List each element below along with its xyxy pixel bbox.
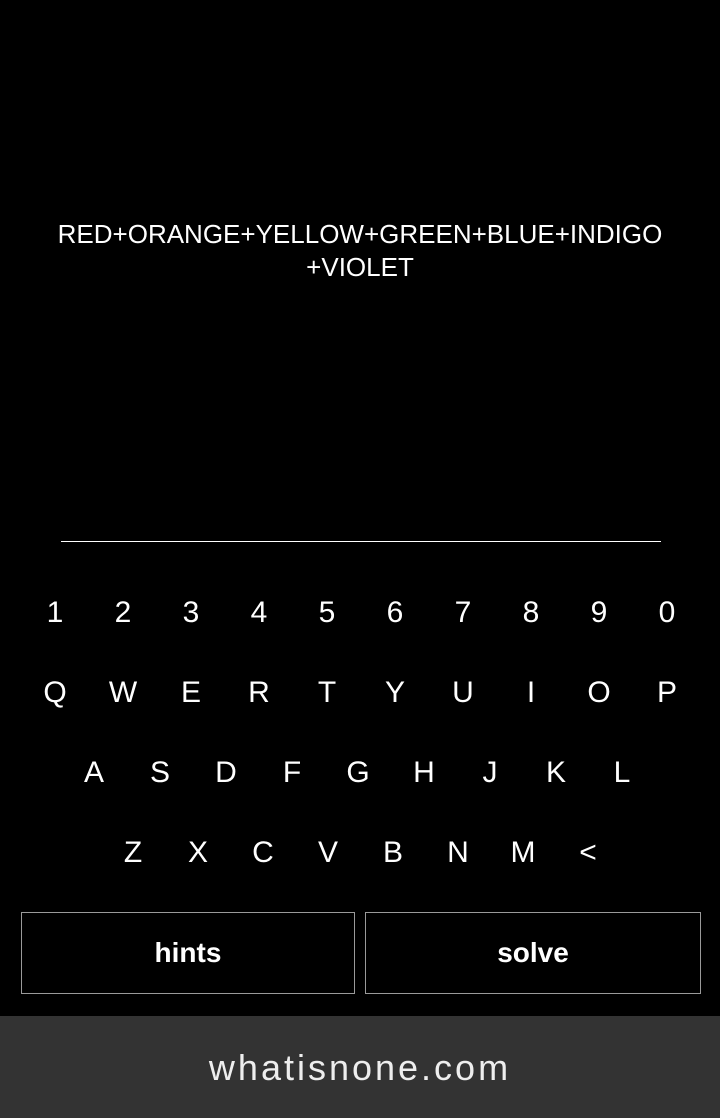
- key-5[interactable]: 5: [297, 583, 357, 643]
- footer-site-name: whatisnone.com: [208, 1047, 512, 1088]
- key-t[interactable]: T: [297, 663, 357, 723]
- key-a[interactable]: A: [64, 743, 124, 803]
- key-u[interactable]: U: [433, 663, 493, 723]
- key-v[interactable]: V: [298, 823, 358, 883]
- key-2[interactable]: 2: [93, 583, 153, 643]
- key-i[interactable]: I: [501, 663, 561, 723]
- answer-underline: [61, 541, 661, 542]
- key-0[interactable]: 0: [637, 583, 697, 643]
- key-g[interactable]: G: [328, 743, 388, 803]
- key-s[interactable]: S: [130, 743, 190, 803]
- key-x[interactable]: X: [168, 823, 228, 883]
- key-z[interactable]: Z: [103, 823, 163, 883]
- solve-button[interactable]: solve: [365, 912, 701, 994]
- hints-button[interactable]: hints: [21, 912, 355, 994]
- key-m[interactable]: M: [493, 823, 553, 883]
- key-q[interactable]: Q: [25, 663, 85, 723]
- key-1[interactable]: 1: [25, 583, 85, 643]
- puzzle-clue: RED+ORANGE+YELLOW+GREEN+BLUE+INDIGO +VIO…: [40, 218, 680, 284]
- puzzle-clue-line-2: +VIOLET: [306, 252, 414, 282]
- backspace-key[interactable]: <: [558, 823, 618, 883]
- key-9[interactable]: 9: [569, 583, 629, 643]
- key-e[interactable]: E: [161, 663, 221, 723]
- key-y[interactable]: Y: [365, 663, 425, 723]
- key-p[interactable]: P: [637, 663, 697, 723]
- key-6[interactable]: 6: [365, 583, 425, 643]
- key-c[interactable]: C: [233, 823, 293, 883]
- footer-banner: whatisnone.com: [0, 1016, 720, 1118]
- key-r[interactable]: R: [229, 663, 289, 723]
- key-7[interactable]: 7: [433, 583, 493, 643]
- key-w[interactable]: W: [93, 663, 153, 723]
- key-d[interactable]: D: [196, 743, 256, 803]
- key-o[interactable]: O: [569, 663, 629, 723]
- answer-input[interactable]: [61, 490, 661, 534]
- key-4[interactable]: 4: [229, 583, 289, 643]
- key-3[interactable]: 3: [161, 583, 221, 643]
- key-f[interactable]: F: [262, 743, 322, 803]
- key-8[interactable]: 8: [501, 583, 561, 643]
- key-n[interactable]: N: [428, 823, 488, 883]
- key-k[interactable]: K: [526, 743, 586, 803]
- key-h[interactable]: H: [394, 743, 454, 803]
- key-b[interactable]: B: [363, 823, 423, 883]
- key-l[interactable]: L: [592, 743, 652, 803]
- key-j[interactable]: J: [460, 743, 520, 803]
- puzzle-clue-line-1: RED+ORANGE+YELLOW+GREEN+BLUE+INDIGO: [57, 219, 663, 249]
